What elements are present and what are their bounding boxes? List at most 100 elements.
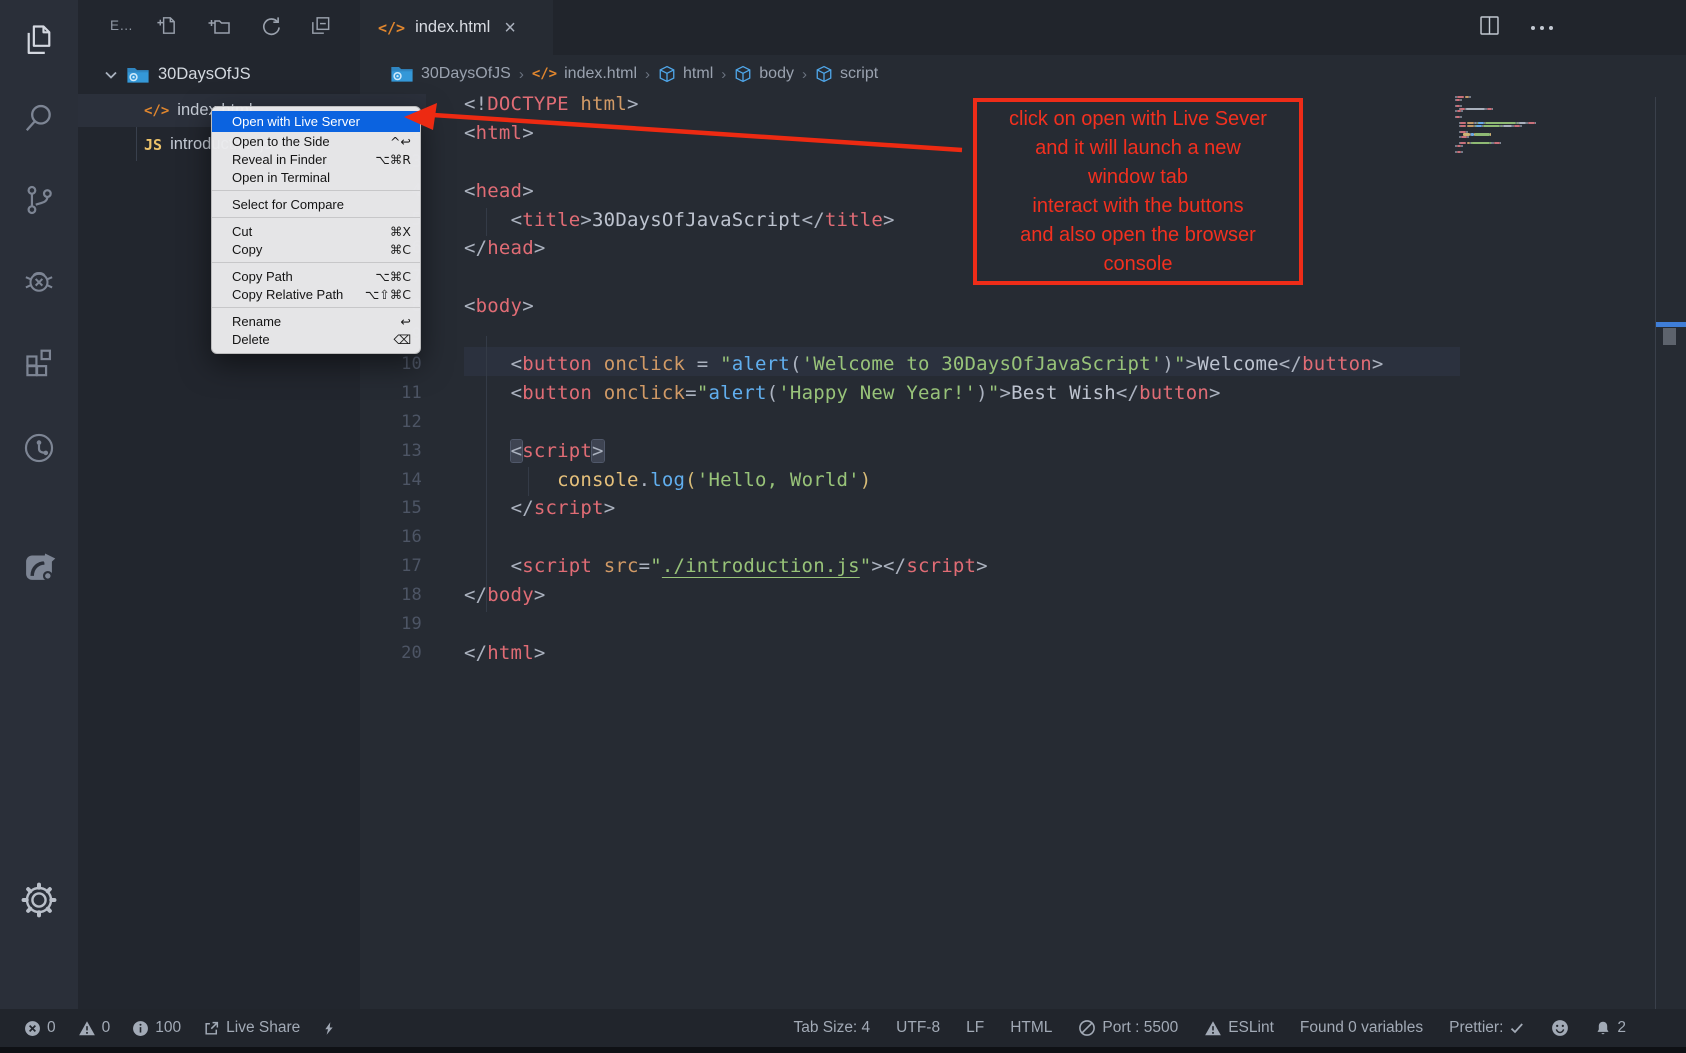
breadcrumb-item-script[interactable]: script [815,65,878,83]
status-live-share[interactable]: Live Share [203,1019,300,1037]
minimap-line [1460,142,1466,144]
code-line[interactable]: 19 [360,610,1686,639]
menu-item-copy-path[interactable]: Copy Path⌥⌘C [212,267,420,285]
html-file-icon: </> [378,19,405,37]
ellipsis-icon[interactable] [1530,19,1554,37]
status-label: Found 0 variables [1300,1019,1423,1037]
status-smiley-icon[interactable] [1551,1019,1569,1037]
activity-files-icon[interactable] [0,16,78,64]
status-100[interactable]: 100 [132,1019,181,1037]
menu-item-select-for-compare[interactable]: Select for Compare [212,195,420,213]
breadcrumb-item-body[interactable]: body [734,65,794,83]
code-line[interactable]: 18</body> [360,581,1686,610]
status-prettier[interactable]: Prettier: [1449,1019,1525,1037]
minimap-line [1461,110,1463,112]
tree-item-30daysofjs[interactable]: 30DaysOfJS [78,58,384,91]
minimap-line [1467,125,1474,127]
chevron-right-icon: › [721,66,726,83]
activity-live-share-icon[interactable] [0,541,78,589]
menu-item-shortcut: ↩ [401,314,411,329]
status-label: 0 [102,1019,111,1037]
status-lf[interactable]: LF [966,1019,984,1037]
status-label: 100 [155,1019,181,1037]
html-file-icon: </> [144,103,169,119]
menu-item-open-in-terminal[interactable]: Open in Terminal [212,168,420,186]
code-line[interactable]: 13 <script> [360,437,1686,466]
code-line-text: </script> [464,494,615,523]
menu-item-open-to-the-side[interactable]: Open to the Side^↩ [212,132,420,150]
breadcrumb-item-30daysofjs[interactable]: 30DaysOfJS [390,64,511,84]
tab-index-html[interactable]: </> index.html × [360,0,553,55]
minimap-line [1478,122,1483,124]
chevron-right-icon: › [802,66,807,83]
code-line-text: <script> [464,437,604,466]
code-line[interactable]: 12 [360,408,1686,437]
minimap-line [1463,133,1470,135]
minimap-line [1487,108,1492,110]
minimap-line [1461,151,1463,153]
status-html[interactable]: HTML [1010,1019,1052,1037]
status-label: Live Share [226,1019,300,1037]
minimap-line [1466,131,1468,133]
menu-item-copy-relative-path[interactable]: Copy Relative Path⌥⇧⌘C [212,285,420,303]
activity-gear-icon[interactable] [0,876,78,924]
minimap-line [1535,122,1537,124]
activity-debug-icon[interactable] [0,257,78,305]
code-line[interactable]: 16 [360,523,1686,552]
menu-separator [212,307,420,308]
code-line-text: console.log('Hello, World') [464,466,871,495]
status-2[interactable]: 2 [1595,1019,1626,1037]
status-0[interactable]: 0 [78,1019,111,1037]
menu-item-label: Rename [232,314,393,329]
activity-source-control-icon[interactable] [0,176,78,224]
status-eslint[interactable]: ESLint [1204,1019,1274,1037]
status-0[interactable]: 0 [24,1019,56,1037]
code-line[interactable]: 10 <button onclick = "alert('Welcome to … [360,350,1686,379]
menu-item-open-with-live-server[interactable]: Open with Live Server [212,111,420,132]
code-line[interactable]: 11 <button onclick="alert('Happy New Yea… [360,379,1686,408]
minimap-line [1457,96,1464,98]
code-line[interactable]: 14 console.log('Hello, World') [360,466,1686,495]
menu-item-label: Copy Path [232,269,367,284]
activity-extensions-icon[interactable] [0,337,78,385]
refresh-icon[interactable] [258,14,281,37]
window-edge [0,1047,1686,1053]
code-line[interactable]: 8<body> [360,292,1686,321]
split-editor-icon[interactable] [1477,13,1502,43]
menu-item-cut[interactable]: Cut⌘X [212,222,420,240]
menu-item-label: Open to the Side [232,134,382,149]
code-line[interactable]: 17 <script src="./introduction.js"></scr… [360,552,1686,581]
minimap-line [1485,122,1517,124]
chevron-down-icon [102,66,120,84]
code-line[interactable]: 9 [360,321,1686,350]
js-file-icon: JS [144,136,162,154]
code-line[interactable]: 20</html> [360,639,1686,668]
activity-circle-branch-icon[interactable] [0,424,78,472]
menu-item-delete[interactable]: Delete⌫ [212,330,420,348]
new-file-icon[interactable] [155,14,178,37]
minimap-line [1460,105,1462,107]
status-lightning-icon[interactable] [322,1020,336,1037]
status-bar: 0 0 100 Live Share Tab Size: 4 UTF-8 LF HTML Po… [0,1009,1686,1047]
minimap[interactable] [1455,96,1560,162]
code-line[interactable]: 15 </script> [360,494,1686,523]
status-port-5500[interactable]: Port : 5500 [1078,1019,1178,1037]
status-utf-8[interactable]: UTF-8 [896,1019,940,1037]
collapse-all-icon[interactable] [309,14,332,37]
menu-item-reveal-in-finder[interactable]: Reveal in Finder⌥⌘R [212,150,420,168]
minimap-line [1500,142,1502,144]
menu-item-rename[interactable]: Rename ↩ [212,312,420,330]
breadcrumb-item-index-html[interactable]: </>index.html [532,65,637,83]
activity-search-icon[interactable] [0,94,78,142]
breadcrumb-item-html[interactable]: html [658,65,713,83]
status-tab-size-4[interactable]: Tab Size: 4 [793,1019,870,1037]
scrollbar-thumb[interactable] [1663,328,1676,345]
status-found-0-variables[interactable]: Found 0 variables [1300,1019,1423,1037]
menu-item-copy[interactable]: Copy⌘C [212,240,420,258]
chevron-right-icon: › [519,66,524,83]
close-icon[interactable]: × [504,18,516,38]
new-folder-icon[interactable] [206,13,230,37]
status-label: HTML [1010,1019,1052,1037]
overview-ruler-cursor-mark [1656,322,1686,327]
line-number: 10 [360,350,422,379]
